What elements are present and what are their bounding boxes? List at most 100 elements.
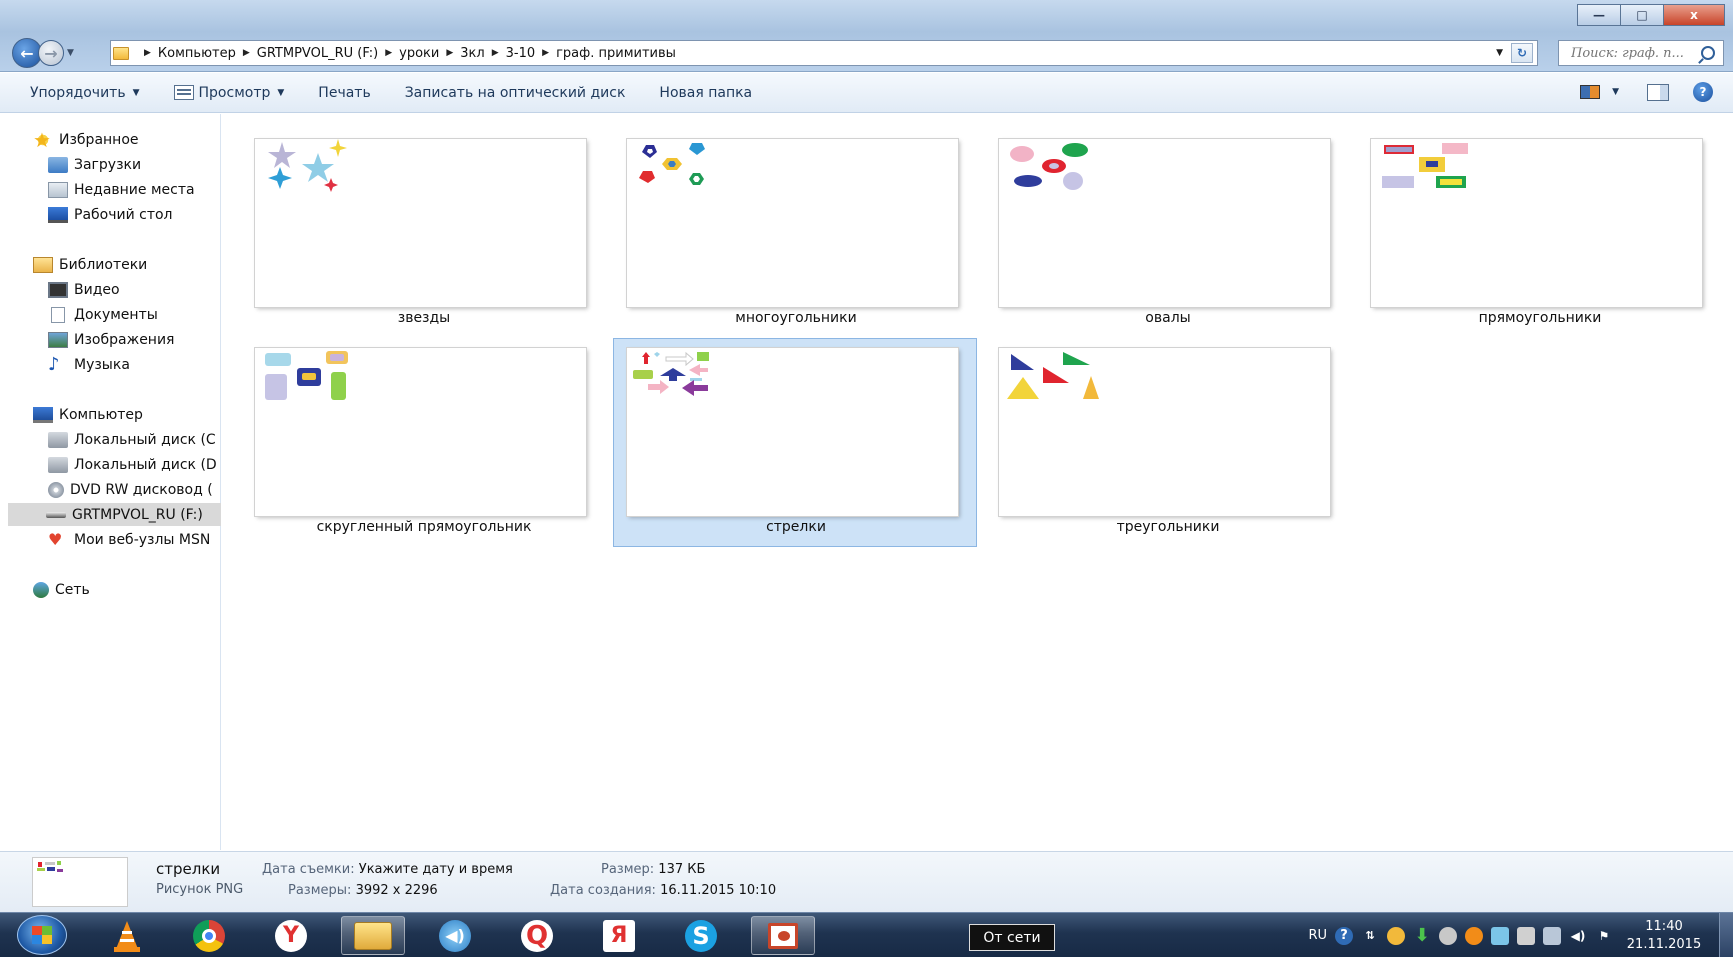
nav-music[interactable]: Музыка xyxy=(48,353,218,376)
nav-images[interactable]: Изображения xyxy=(48,328,218,351)
date-taken-value[interactable]: Укажите дату и время xyxy=(359,862,513,877)
start-button[interactable] xyxy=(17,915,67,955)
nav-label: Мои веб-узлы MSN xyxy=(74,531,211,548)
file-tile-selected[interactable]: стрелки xyxy=(613,338,977,547)
file-tile[interactable]: многоугольники xyxy=(613,129,977,338)
nav-label: Компьютер xyxy=(59,406,143,423)
breadcrumb-lesson[interactable]: 3-10 xyxy=(506,46,536,61)
nav-libraries[interactable]: Библиотеки xyxy=(33,253,147,276)
new-folder-button[interactable]: Новая папка xyxy=(659,85,752,101)
chrome-logo xyxy=(193,919,225,952)
chevron-right-icon[interactable]: ▶ xyxy=(542,48,549,58)
q-search-glyph: Q xyxy=(521,919,553,952)
nav-msn[interactable]: Мои веб-узлы MSN xyxy=(48,528,218,551)
minimize-button[interactable]: — xyxy=(1577,4,1621,26)
breadcrumb-computer[interactable]: Компьютер xyxy=(158,46,236,61)
nav-dvd[interactable]: DVD RW дисковод ( xyxy=(48,478,218,501)
nav-label: Загрузки xyxy=(74,156,142,173)
address-dropdown-icon[interactable]: ▼ xyxy=(1496,48,1503,58)
nav-computer[interactable]: Компьютер xyxy=(33,403,143,426)
file-tile[interactable]: скругленный прямоугольник xyxy=(241,338,605,547)
power-plug-icon[interactable] xyxy=(1491,926,1509,945)
hard-drive-icon xyxy=(48,456,68,473)
search-q-icon[interactable]: Q xyxy=(505,916,569,955)
nav-usb-drive[interactable]: GRTMPVOL_RU (F:) xyxy=(8,503,221,526)
folder-icon xyxy=(354,921,392,950)
nav-recent[interactable]: Недавние места xyxy=(48,178,218,201)
nav-network[interactable]: Сеть xyxy=(33,578,90,601)
nav-label: Изображения xyxy=(74,331,175,348)
update-icon[interactable] xyxy=(1465,926,1483,945)
chrome-icon[interactable] xyxy=(177,916,241,955)
search-input[interactable] xyxy=(1571,45,1697,61)
chevron-right-icon[interactable]: ▶ xyxy=(385,48,392,58)
forward-button[interactable]: → xyxy=(38,40,64,66)
search-icon[interactable] xyxy=(1701,46,1715,60)
chevron-right-icon[interactable]: ▶ xyxy=(492,48,499,58)
chevron-down-icon[interactable]: ▼ xyxy=(1612,87,1619,97)
flag-icon[interactable]: ⚑ xyxy=(1595,927,1613,945)
download-arrow-icon[interactable]: ⬇ xyxy=(1413,925,1431,946)
nav-downloads[interactable]: Загрузки xyxy=(48,153,218,176)
property-label: Размеры: xyxy=(288,883,352,898)
maximize-button[interactable]: □ xyxy=(1620,4,1664,26)
skype-icon[interactable]: S xyxy=(669,916,733,955)
nav-favorites[interactable]: Избранное xyxy=(33,128,139,151)
chevron-right-icon[interactable]: ▶ xyxy=(243,48,250,58)
nav-label: Рабочий стол xyxy=(74,206,173,223)
notification-badge-icon[interactable] xyxy=(1387,926,1405,945)
nav-disk-d[interactable]: Локальный диск (D xyxy=(48,453,218,476)
audio-icon[interactable]: ◀) xyxy=(423,916,487,955)
change-view-icon[interactable] xyxy=(1580,85,1601,99)
close-button[interactable]: x xyxy=(1663,4,1725,26)
address-bar[interactable]: ▶ Компьютер ▶ GRTMPVOL_RU (F:) ▶ уроки ▶… xyxy=(110,40,1538,66)
organize-button[interactable]: Упорядочить ▼ xyxy=(30,85,140,101)
breadcrumb-lessons[interactable]: уроки xyxy=(399,46,439,61)
print-button[interactable]: Печать xyxy=(318,85,370,101)
file-name: скругленный прямоугольник xyxy=(316,519,532,535)
breadcrumb-current[interactable]: граф. примитивы xyxy=(556,46,676,61)
created-property: Дата создания: 16.11.2015 10:10 xyxy=(550,883,776,898)
breadcrumb-drive[interactable]: GRTMPVOL_RU (F:) xyxy=(257,46,378,61)
help-icon[interactable]: ? xyxy=(1335,926,1353,945)
search-box[interactable] xyxy=(1558,40,1724,66)
nav-label: Избранное xyxy=(59,131,139,148)
file-tile[interactable]: треугольники xyxy=(985,338,1349,547)
nav-video[interactable]: Видео xyxy=(48,278,218,301)
show-desktop-button[interactable] xyxy=(1719,913,1733,957)
yandex-icon[interactable]: Я xyxy=(587,916,651,955)
view-label: Просмотр xyxy=(198,84,271,101)
settings-icon[interactable] xyxy=(1439,926,1457,945)
usb-device-icon[interactable] xyxy=(1517,926,1535,945)
help-icon[interactable]: ? xyxy=(1693,82,1713,102)
view-button[interactable]: Просмотр ▼ xyxy=(173,84,284,101)
skype-glyph: S xyxy=(685,919,717,952)
network-status-icon[interactable]: ⇅ xyxy=(1361,927,1379,945)
yandex-browser-icon[interactable]: Y xyxy=(259,916,323,955)
file-name: прямоугольники xyxy=(1478,310,1602,326)
document-icon xyxy=(51,306,65,323)
refresh-icon[interactable]: ↻ xyxy=(1511,43,1533,63)
file-tile[interactable]: прямоугольники xyxy=(1357,129,1721,338)
powerpoint-icon[interactable] xyxy=(751,916,815,955)
image-thumbnail xyxy=(255,348,586,516)
file-name: стрелки xyxy=(766,519,826,535)
nav-disk-c[interactable]: Локальный диск (C xyxy=(48,428,218,451)
explorer-icon[interactable] xyxy=(341,916,405,955)
nav-documents[interactable]: Документы xyxy=(48,303,218,326)
volume-icon[interactable]: ◀) xyxy=(1569,927,1587,945)
size-property: Размер: 137 КБ xyxy=(601,862,705,877)
file-tile[interactable]: звезды xyxy=(241,129,605,338)
burn-disc-button[interactable]: Записать на оптический диск xyxy=(405,85,626,101)
chevron-right-icon[interactable]: ▶ xyxy=(144,48,151,58)
breadcrumb-grade[interactable]: 3кл xyxy=(460,46,484,61)
recent-pages-dropdown-icon[interactable]: ▼ xyxy=(67,48,74,58)
language-indicator[interactable]: RU xyxy=(1308,928,1327,943)
chevron-right-icon[interactable]: ▶ xyxy=(446,48,453,58)
action-center-icon[interactable] xyxy=(1543,926,1561,945)
nav-desktop[interactable]: Рабочий стол xyxy=(48,203,218,226)
preview-pane-icon[interactable] xyxy=(1647,83,1669,101)
clock[interactable]: 11:40 21.11.2015 xyxy=(1621,918,1707,954)
file-tile[interactable]: овалы xyxy=(985,129,1349,338)
vlc-icon[interactable] xyxy=(95,916,159,955)
